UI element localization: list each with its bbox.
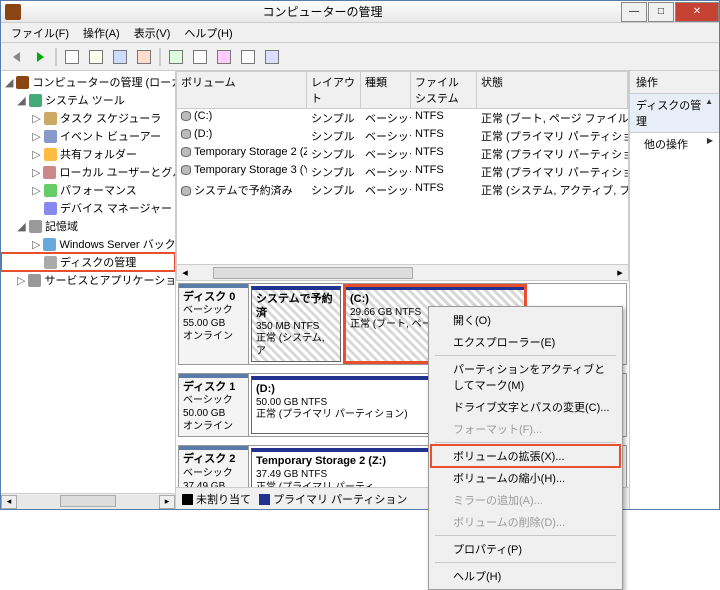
h-scrollbar[interactable]: ◂▸ [177, 264, 628, 280]
toolbar-icon[interactable] [61, 46, 83, 68]
tree-task-scheduler[interactable]: ▷タスク スケジューラ [1, 109, 175, 127]
context-menu-item[interactable]: 開く(O) [431, 309, 620, 331]
menu-help[interactable]: ヘルプ(H) [178, 23, 238, 43]
tree-root[interactable]: ◢コンピューターの管理 (ローカル) [1, 73, 175, 91]
forward-button[interactable] [29, 46, 51, 68]
col-type[interactable]: 種類 [361, 72, 411, 108]
back-button[interactable] [5, 46, 27, 68]
app-icon [5, 4, 21, 20]
context-menu-separator [435, 442, 616, 443]
actions-pane: 操作 ディスクの管理▲ 他の操作 ▶ [629, 71, 719, 509]
volume-row[interactable]: システムで予約済みシンプルベーシックNTFS正常 (システム, アクティブ, プ… [177, 181, 628, 199]
volume-row[interactable]: (C:)シンプルベーシックNTFS正常 (ブート, ページ ファイル, クラッシ… [177, 109, 628, 127]
tree-label: イベント ビューアー [60, 128, 161, 144]
menu-view[interactable]: 表示(V) [128, 23, 177, 43]
menu-action[interactable]: 操作(A) [77, 23, 126, 43]
tree-label: サービスとアプリケーション [44, 272, 176, 288]
toolbar-icon[interactable] [165, 46, 187, 68]
tree-label: コンピューターの管理 (ローカル) [32, 74, 176, 90]
collapse-icon: ▲ [705, 97, 713, 129]
disk-label: ディスク 1ベーシック50.00 GBオンライン [179, 374, 249, 436]
context-menu-item[interactable]: プロパティ(P) [431, 538, 620, 560]
context-menu-item[interactable]: ボリュームの縮小(H)... [431, 467, 620, 489]
toolbar [1, 43, 719, 71]
context-menu-separator [435, 535, 616, 536]
actions-section-label: ディスクの管理 [636, 97, 705, 129]
context-menu-item: ボリュームの削除(D)... [431, 511, 620, 533]
tree-label: パフォーマンス [60, 182, 137, 198]
tree-label: デバイス マネージャー [60, 200, 172, 216]
tree-label: 記憶域 [45, 218, 78, 234]
nav-tree[interactable]: ◢コンピューターの管理 (ローカル) ◢システム ツール ▷タスク スケジューラ… [1, 71, 176, 509]
toolbar-icon[interactable] [189, 46, 211, 68]
context-menu-item[interactable]: ヘルプ(H) [431, 565, 620, 587]
volume-row[interactable]: (D:)シンプルベーシックNTFS正常 (プライマリ パーティション) [177, 127, 628, 145]
context-menu-separator [435, 355, 616, 356]
volume-list: ボリューム レイアウト 種類 ファイル システム 状態 (C:)シンプルベーシッ… [176, 71, 629, 281]
col-layout[interactable]: レイアウト [307, 72, 361, 108]
actions-section[interactable]: ディスクの管理▲ [630, 94, 719, 133]
actions-other[interactable]: 他の操作 ▶ [630, 133, 719, 155]
col-volume[interactable]: ボリューム [177, 72, 307, 108]
disk-label: ディスク 0ベーシック55.00 GBオンライン [179, 284, 249, 364]
context-menu-item[interactable]: ドライブ文字とパスの変更(C)... [431, 396, 620, 418]
toolbar-icon[interactable] [133, 46, 155, 68]
tree-h-scrollbar[interactable]: ◂▸ [1, 493, 175, 509]
actions-header: 操作 [630, 71, 719, 94]
toolbar-icon[interactable] [213, 46, 235, 68]
tree-shared-folders[interactable]: ▷共有フォルダー [1, 145, 175, 163]
tree-device-manager[interactable]: デバイス マネージャー [1, 199, 175, 217]
separator [159, 48, 161, 66]
tree-label: 共有フォルダー [60, 146, 137, 162]
context-menu-item: ミラーの追加(A)... [431, 489, 620, 511]
toolbar-icon[interactable] [261, 46, 283, 68]
minimize-button[interactable]: — [621, 2, 647, 22]
expand-icon: ▶ [707, 136, 713, 152]
tree-event-viewer[interactable]: ▷イベント ビューアー [1, 127, 175, 145]
context-menu-item[interactable]: ボリュームの拡張(X)... [431, 445, 620, 467]
context-menu-item[interactable]: エクスプローラー(E) [431, 331, 620, 353]
window-title: コンピューターの管理 [25, 3, 620, 20]
toolbar-icon[interactable] [85, 46, 107, 68]
toolbar-icon[interactable] [237, 46, 259, 68]
maximize-button[interactable]: □ [648, 2, 674, 22]
context-menu: 開く(O)エクスプローラー(E) パーティションをアクティブとしてマーク(M)ドラ… [428, 306, 623, 590]
separator [55, 48, 57, 66]
titlebar[interactable]: コンピューターの管理 — □ ✕ [1, 1, 719, 23]
menubar: ファイル(F) 操作(A) 表示(V) ヘルプ(H) [1, 23, 719, 43]
legend-unalloc: 未割り当て [196, 494, 251, 506]
partition[interactable]: システムで予約済350 MB NTFS正常 (システム, ア [251, 286, 341, 362]
menu-file[interactable]: ファイル(F) [5, 23, 75, 43]
tree-local-users[interactable]: ▷ローカル ユーザーとグルー [1, 163, 175, 181]
tree-services[interactable]: ▷サービスとアプリケーション [1, 271, 175, 289]
context-menu-item[interactable]: パーティションをアクティブとしてマーク(M) [431, 358, 620, 396]
actions-item-label: 他の操作 [644, 136, 688, 152]
tree-system-tools[interactable]: ◢システム ツール [1, 91, 175, 109]
volume-row[interactable]: Temporary Storage 2 (Z:)シンプルベーシックNTFS正常 … [177, 145, 628, 163]
col-fs[interactable]: ファイル システム [411, 72, 477, 108]
tree-label: ディスクの管理 [60, 254, 136, 270]
tree-storage[interactable]: ◢記憶域 [1, 217, 175, 235]
tree-label: タスク スケジューラ [60, 110, 161, 126]
context-menu-item: フォーマット(F)... [431, 418, 620, 440]
volume-list-header: ボリューム レイアウト 種類 ファイル システム 状態 [177, 72, 628, 109]
legend-primary: プライマリ パーティション [273, 494, 407, 506]
tree-disk-management[interactable]: ディスクの管理 [1, 253, 175, 271]
volume-list-body[interactable]: (C:)シンプルベーシックNTFS正常 (ブート, ページ ファイル, クラッシ… [177, 109, 628, 264]
context-menu-separator [435, 562, 616, 563]
disk-label: ディスク 2ベーシック37.49 GBオンライン [179, 446, 249, 487]
col-status[interactable]: 状態 [477, 72, 628, 108]
tree-label: システム ツール [45, 92, 125, 108]
close-button[interactable]: ✕ [675, 2, 719, 22]
tree-performance[interactable]: ▷パフォーマンス [1, 181, 175, 199]
toolbar-icon[interactable] [109, 46, 131, 68]
tree-label: ローカル ユーザーとグルー [59, 164, 176, 180]
tree-wsb[interactable]: ▷Windows Server バック [1, 235, 175, 253]
tree-label: Windows Server バック [59, 236, 175, 252]
volume-row[interactable]: Temporary Storage 3 (Y:)シンプルベーシックNTFS正常 … [177, 163, 628, 181]
